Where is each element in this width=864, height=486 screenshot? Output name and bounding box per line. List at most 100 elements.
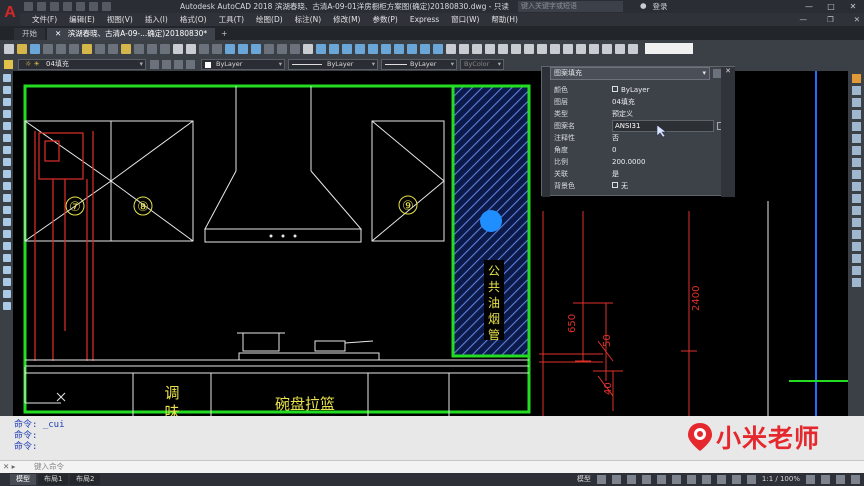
menu-draw[interactable]: 绘图(D)	[256, 14, 283, 25]
gradient-icon[interactable]	[2, 254, 11, 262]
linetype-dropdown[interactable]: ByLayer	[288, 58, 378, 70]
model-space-button[interactable]: 模型	[577, 473, 591, 486]
prop-row-associative[interactable]: 关联 是	[550, 168, 726, 180]
break-point-icon[interactable]	[851, 206, 861, 215]
move-icon[interactable]	[446, 43, 456, 54]
explode-tool-icon[interactable]	[851, 278, 861, 287]
menu-view[interactable]: 视图(V)	[107, 14, 133, 25]
menu-insert[interactable]: 插入(I)	[145, 14, 168, 25]
tab-drawing[interactable]: ✕ 滨湖春晓、古清A-09-...确定)20180830*	[47, 28, 216, 40]
workspace-gear-icon[interactable]	[806, 475, 815, 484]
new-tab-button[interactable]: +	[217, 28, 231, 40]
layer-properties-icon[interactable]	[4, 59, 13, 69]
add-selected-icon[interactable]	[2, 302, 11, 310]
menu-help[interactable]: 帮助(H)	[491, 14, 518, 25]
prop-row-angle[interactable]: 角度 0	[550, 144, 726, 156]
offset-tool-icon[interactable]	[851, 110, 861, 119]
annotation-monitor-icon[interactable]	[731, 475, 741, 484]
menu-modify[interactable]: 修改(M)	[333, 14, 360, 25]
ellipse-tool-icon[interactable]	[2, 182, 11, 190]
arc-icon[interactable]	[342, 43, 352, 54]
saveas-icon[interactable]	[63, 2, 72, 11]
zoom-previous-icon[interactable]	[212, 43, 222, 54]
rotate-tool-icon[interactable]	[851, 146, 861, 155]
line-tool-icon[interactable]	[2, 74, 11, 82]
search-input[interactable]: 键入关键字或短语	[518, 1, 623, 12]
trim-icon[interactable]	[511, 43, 521, 54]
osnap-icon[interactable]	[656, 475, 666, 484]
offset-icon[interactable]	[537, 43, 547, 54]
open-icon[interactable]	[37, 2, 46, 11]
prop-row-scale[interactable]: 比例 200.0000	[550, 156, 726, 168]
command-input[interactable]: ✕ ▸ 键入命令	[0, 460, 864, 473]
pan-icon[interactable]	[173, 43, 183, 54]
layer-isolate-icon[interactable]	[186, 59, 195, 69]
open-file-icon[interactable]	[17, 43, 27, 54]
stretch-icon[interactable]	[589, 43, 599, 54]
ellipse-arc-icon[interactable]	[2, 194, 11, 202]
preview-icon[interactable]	[56, 43, 66, 54]
markup-icon[interactable]	[277, 43, 287, 54]
prop-row-type[interactable]: 类型 预定义	[550, 108, 726, 120]
lineweight-dropdown[interactable]: ByLayer	[381, 58, 457, 70]
insert-block-icon[interactable]	[2, 206, 11, 214]
autocad-logo[interactable]: A	[0, 0, 20, 26]
calculator-icon[interactable]	[290, 43, 300, 54]
tool-palettes-icon[interactable]	[251, 43, 261, 54]
prop-row-pattern-name[interactable]: 图案名 ANSI31	[550, 120, 726, 132]
print-icon[interactable]	[76, 2, 85, 11]
chamfer-icon[interactable]	[563, 43, 573, 54]
palette-grip[interactable]	[542, 67, 550, 197]
polyline-tool-icon[interactable]	[2, 98, 11, 106]
paste-icon[interactable]	[108, 43, 118, 54]
hatch-tool-icon[interactable]	[2, 242, 11, 250]
mirror-icon[interactable]	[485, 43, 495, 54]
doc-restore-icon[interactable]: ❐	[827, 15, 834, 24]
tab-drawing-close-icon[interactable]: ✕	[55, 29, 61, 38]
erase-icon[interactable]	[628, 43, 638, 54]
customize-menu-icon[interactable]	[851, 475, 860, 484]
plotstyle-dropdown[interactable]: ByColor	[460, 58, 504, 70]
fillet-icon[interactable]	[550, 43, 560, 54]
prop-row-layer[interactable]: 图层 04填充	[550, 96, 726, 108]
redo-icon[interactable]	[102, 2, 111, 11]
circle-icon[interactable]	[355, 43, 365, 54]
circle-tool-icon[interactable]	[2, 146, 11, 154]
undo-icon[interactable]	[147, 43, 157, 54]
explode-icon[interactable]	[576, 43, 586, 54]
array-tool-icon[interactable]	[851, 122, 861, 131]
object-type-dropdown[interactable]: 图案填充	[550, 67, 710, 80]
otrack-icon[interactable]	[671, 475, 681, 484]
fillet-tool-icon[interactable]	[851, 254, 861, 263]
login-area[interactable]: ● 登录	[640, 1, 668, 12]
hatch-icon[interactable]	[394, 43, 404, 54]
dimension-icon[interactable]	[407, 43, 417, 54]
tab-layout2[interactable]: 布局2	[70, 474, 101, 485]
menu-parametric[interactable]: 参数(P)	[372, 14, 397, 25]
polar-icon[interactable]	[641, 475, 651, 484]
break-tool-icon[interactable]	[851, 218, 861, 227]
maximize-button[interactable]: □	[820, 0, 842, 13]
layer-match-icon[interactable]	[174, 59, 183, 69]
command-close-icon[interactable]: ✕ ▸	[3, 461, 15, 473]
trim-tool-icon[interactable]	[851, 182, 861, 191]
table-icon[interactable]	[420, 43, 430, 54]
cut-icon[interactable]	[82, 43, 92, 54]
zoom-window-icon[interactable]	[199, 43, 209, 54]
print-icon[interactable]	[43, 43, 53, 54]
line-icon[interactable]	[316, 43, 326, 54]
properties-icon[interactable]	[225, 43, 235, 54]
revcloud-icon[interactable]	[2, 158, 11, 166]
rectangle-tool-icon[interactable]	[2, 122, 11, 130]
extend-tool-icon[interactable]	[851, 194, 861, 203]
tab-start[interactable]: 开始	[14, 28, 45, 40]
stretch-tool-icon[interactable]	[851, 170, 861, 179]
isolate-objects-icon[interactable]	[821, 475, 830, 484]
menu-file[interactable]: 文件(F)	[32, 14, 57, 25]
workspace-dropdown[interactable]	[645, 43, 693, 54]
make-current-icon[interactable]	[150, 59, 159, 69]
palette-side-titlebar[interactable]: ✕	[721, 67, 735, 197]
table-tool-icon[interactable]	[2, 278, 11, 286]
blend-icon[interactable]	[851, 266, 861, 275]
color-dropdown[interactable]: ByLayer	[201, 58, 285, 70]
